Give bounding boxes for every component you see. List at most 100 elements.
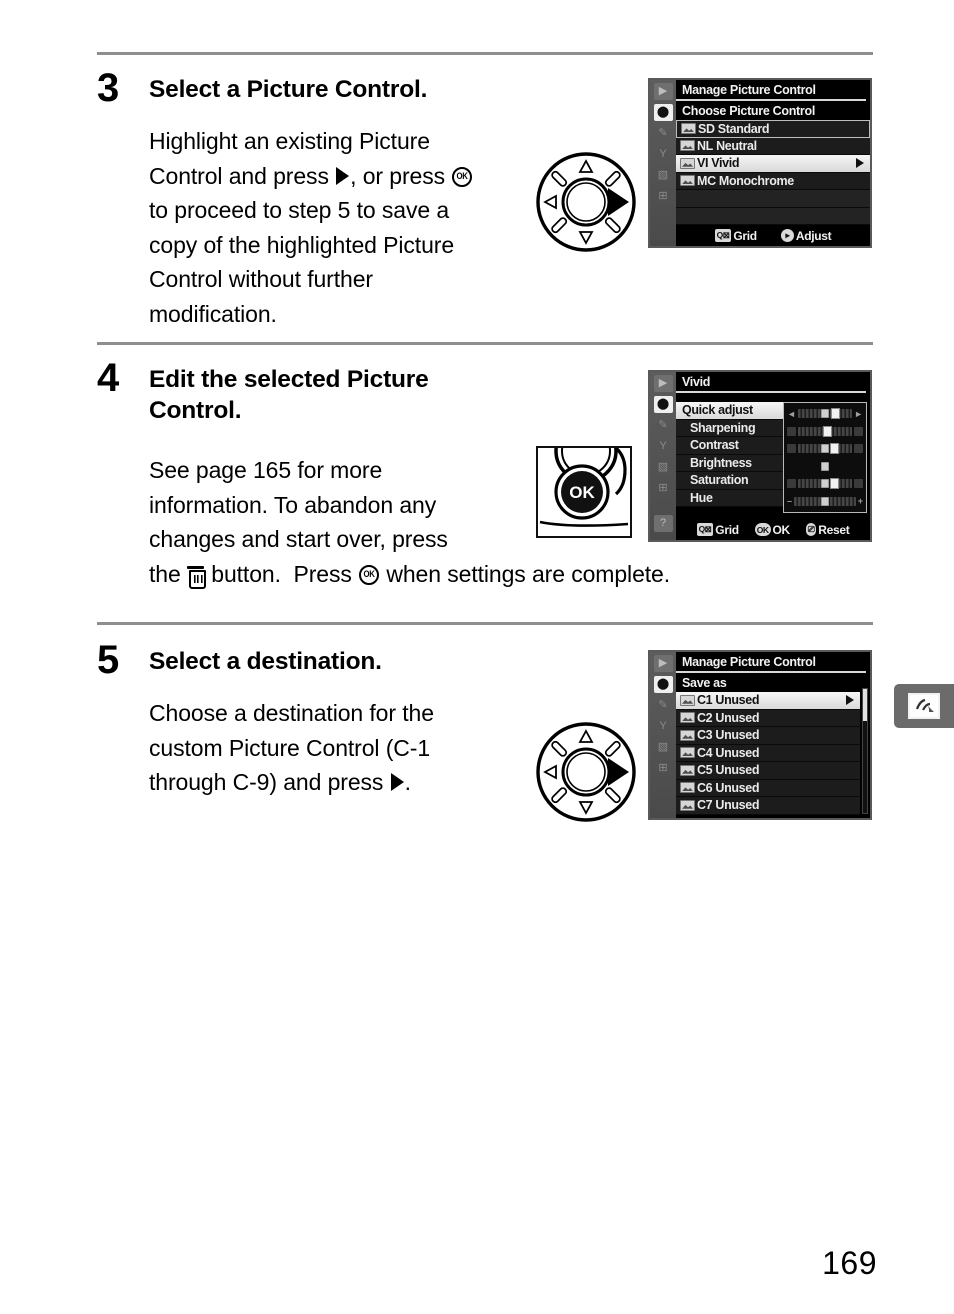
step-5-number: 5	[97, 638, 119, 682]
step-5-heading: Select a destination.	[149, 648, 382, 675]
lcd-sidebar: ▶ ⬤ ✎ Y ▧ ⊞	[650, 80, 676, 246]
custom-settings-icon: ✎	[658, 699, 668, 711]
step-3-line-6: modification.	[149, 300, 277, 327]
picture-control-icon	[680, 799, 695, 811]
slider-brightness[interactable]	[787, 458, 863, 476]
picture-control-icon	[680, 140, 695, 152]
chevron-right-icon	[856, 158, 864, 169]
slider-center-mark	[821, 444, 829, 454]
lcd-row-label: Vivid	[711, 156, 740, 171]
lcd-row-sharpening[interactable]: Sharpening	[676, 419, 788, 437]
slider-track[interactable]	[798, 478, 852, 490]
lcd-row-badge: C2	[697, 710, 713, 725]
step-4-heading: Edit the selected Picture Control.	[149, 364, 429, 427]
lcd-row-contrast[interactable]: Contrast	[676, 437, 788, 455]
hint-ok-label: OK	[772, 522, 791, 537]
saturation-icon	[787, 479, 796, 489]
slider-knob[interactable]	[822, 425, 832, 437]
lcd-screen-vivid-edit: ▶ ⬤ ✎ Y ▧ ⊞ ? Vivid Quick adjust Sharpen…	[648, 370, 872, 542]
lcd-row-label: Brightness	[690, 455, 752, 470]
slider-center-mark	[820, 496, 829, 506]
picture-control-icon	[680, 764, 695, 776]
step-3-body: Highlight an existing Picture Control an…	[149, 124, 569, 331]
picture-control-icon	[680, 782, 695, 794]
slider-center-mark	[821, 479, 829, 489]
lcd-row-c7[interactable]: C7 Unused	[676, 797, 860, 815]
playback-icon: ▶	[653, 375, 673, 392]
slider-quick-adjust[interactable]: ◄ ►	[787, 405, 863, 423]
manual-page: 3 Select a Picture Control. Highlight an…	[0, 0, 954, 1314]
delete-key-icon: ⎚	[805, 523, 817, 536]
slider-track[interactable]	[798, 443, 852, 455]
step-3-line-5: Control without further	[149, 266, 373, 292]
lcd-row-label: Unused	[715, 780, 760, 795]
lcd-row-c3[interactable]: C3 Unused	[676, 727, 860, 745]
multi-selector-illustration-step5	[534, 720, 638, 824]
lcd-row-quick-adjust[interactable]: Quick adjust	[676, 402, 788, 420]
side-tab-retouch[interactable]	[894, 684, 954, 728]
scrollbar-thumb[interactable]	[863, 689, 867, 722]
step-3-line-1: Highlight an existing Picture	[149, 128, 430, 154]
contrast-end-icon	[854, 444, 863, 454]
lcd-row-saturation[interactable]: Saturation	[676, 472, 788, 490]
slider-track[interactable]	[797, 408, 853, 420]
hint-grid: Q⊠ Grid	[696, 523, 739, 537]
lcd-scrollbar[interactable]	[862, 688, 868, 814]
lcd-row-monochrome[interactable]: MC Monochrome	[676, 172, 870, 190]
slider-contrast[interactable]	[787, 440, 863, 458]
hint-grid: Q⊠ Grid	[714, 229, 757, 243]
slider-saturation[interactable]	[787, 475, 863, 493]
slider-track[interactable]	[798, 425, 852, 437]
lcd-row-brightness[interactable]: Brightness	[676, 454, 788, 472]
slider-panel: ◄ ► – +	[783, 402, 867, 513]
lcd-row-badge: MC	[697, 173, 716, 188]
lcd-row-c5[interactable]: C5 Unused	[676, 762, 860, 780]
contrast-icon	[787, 444, 796, 454]
lcd-row-label: Unused	[715, 798, 760, 813]
lcd-row-neutral[interactable]: NL Neutral	[676, 137, 870, 155]
setup-menu-icon: Y	[659, 440, 667, 452]
slider-knob[interactable]	[830, 478, 840, 490]
lcd-row-badge: SD	[698, 121, 715, 136]
lcd-title: Manage Picture Control	[676, 80, 866, 101]
lcd-row-c1[interactable]: C1 Unused	[676, 692, 860, 710]
right-arrow-icon	[336, 166, 350, 185]
slider-knob[interactable]	[830, 443, 840, 455]
section-divider-step4	[97, 342, 873, 345]
lcd-row-badge: C1	[697, 693, 713, 708]
slider-track[interactable]	[787, 461, 863, 471]
right-arrow-key-icon: ▸	[780, 229, 794, 242]
lcd-row-badge: C6	[697, 780, 713, 795]
picture-control-icon	[680, 694, 695, 706]
delete-button-icon	[186, 565, 206, 589]
lcd-row-badge: VI	[697, 156, 709, 171]
recent-settings-icon: ⊞	[658, 190, 668, 202]
step-3-heading: Select a Picture Control.	[149, 76, 428, 103]
lcd-row-standard[interactable]: SD Standard	[676, 120, 870, 138]
slider-knob[interactable]	[831, 408, 841, 420]
lcd-row-label: Sharpening	[690, 420, 756, 435]
lcd-row-c4[interactable]: C4 Unused	[676, 744, 860, 762]
shooting-menu-icon: ⬤	[653, 104, 673, 121]
sharpening-icon	[787, 426, 796, 436]
slider-sharpening[interactable]	[787, 423, 863, 441]
lcd-row-label: Unused	[715, 763, 760, 778]
lcd-row-hue[interactable]: Hue	[676, 489, 788, 507]
lcd-row-label: Unused	[715, 710, 760, 725]
step-5-body: Choose a destination for the custom Pict…	[149, 696, 569, 800]
lcd-row-vivid[interactable]: VI Vivid	[676, 155, 870, 173]
setup-menu-icon: Y	[659, 720, 667, 732]
step-5-line-2: custom Picture Control (C-1	[149, 734, 431, 761]
lcd-title: Manage Picture Control	[676, 652, 866, 673]
hint-reset: ⎚ Reset	[805, 523, 850, 537]
lcd-row-c6[interactable]: C6 Unused	[676, 779, 860, 797]
picture-control-icon	[681, 123, 696, 135]
lcd-row-badge: NL	[697, 138, 713, 153]
slider-track[interactable]	[794, 496, 856, 506]
step-3-line-3: to proceed to step 5 to save a	[149, 197, 450, 223]
slider-hue[interactable]: – +	[787, 493, 863, 511]
chevron-right-icon	[846, 695, 854, 706]
lcd-subtitle: Choose Picture Control	[682, 104, 815, 118]
lcd-row-c2[interactable]: C2 Unused	[676, 709, 860, 727]
svg-text:OK: OK	[569, 483, 595, 502]
